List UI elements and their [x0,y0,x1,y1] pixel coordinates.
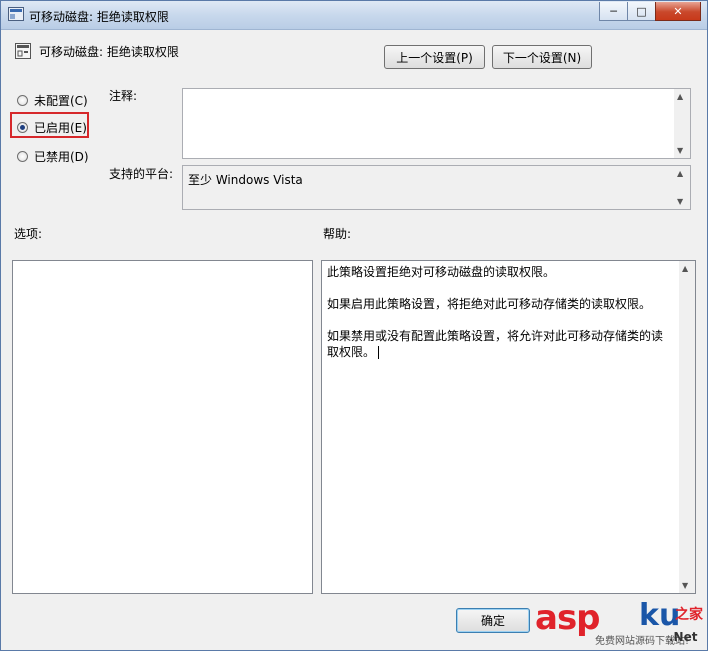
setting-title: 可移动磁盘: 拒绝读取权限 [39,45,179,59]
options-panel [12,260,313,594]
help-paragraph: 此策略设置拒绝对可移动磁盘的读取权限。 [327,265,556,279]
watermark-brand-a: asp [535,598,601,638]
radio-label: 已禁用(D) [34,150,89,164]
platform-value: 至少 Windows Vista [188,173,303,187]
title-bar[interactable]: 可移动磁盘: 拒绝读取权限 ─ □ ✕ [1,1,707,30]
policy-dialog: 可移动磁盘: 拒绝读取权限 ─ □ ✕ 可移动磁盘: 拒绝读取权限 上一个设置(… [0,0,708,651]
radio-label: 未配置(C) [34,94,88,108]
maximize-icon: □ [636,4,647,18]
scroll-up-icon[interactable]: ▲ [677,92,683,101]
watermark-net: .Net [669,630,698,644]
platform-label: 支持的平台: [109,167,174,181]
scroll-up-icon[interactable]: ▲ [677,169,683,178]
scroll-down-icon[interactable]: ▼ [677,197,683,206]
radio-not-configured[interactable]: 未配置(C) [17,92,88,109]
maximize-button[interactable]: □ [627,2,656,21]
help-paragraph: 如果启用此策略设置，将拒绝对此可移动存储类的读取权限。 [327,297,652,311]
text-caret [378,346,380,359]
comment-label: 注释: [109,89,138,103]
radio-button-icon[interactable] [17,95,28,106]
watermark-suffix: 之家 [675,607,703,623]
radio-button-icon[interactable] [17,151,28,162]
next-setting-button[interactable]: 下一个设置(N) [492,45,592,69]
ok-button[interactable]: 确定 [456,608,530,633]
minimize-button[interactable]: ─ [599,2,628,21]
scroll-down-icon[interactable]: ▼ [677,146,683,155]
radio-disabled[interactable]: 已禁用(D) [17,148,89,165]
comment-textarea[interactable]: ▲ ▼ [182,88,691,159]
policy-icon [8,7,24,21]
scroll-up-icon[interactable]: ▲ [682,264,688,273]
comment-scrollbar[interactable]: ▲ ▼ [674,89,690,158]
previous-setting-button[interactable]: 上一个设置(P) [384,45,485,69]
platform-field: 至少 Windows Vista ▲ ▼ [182,165,691,210]
minimize-icon: ─ [610,4,617,18]
platform-scrollbar[interactable]: ▲ ▼ [674,166,690,209]
help-scrollbar[interactable]: ▲ ▼ [679,261,695,593]
options-label: 选项: [14,227,43,241]
help-panel[interactable]: 此策略设置拒绝对可移动磁盘的读取权限。 如果启用此策略设置，将拒绝对此可移动存储… [321,260,696,594]
help-label: 帮助: [323,227,352,241]
watermark-logo: asp ku 之家 免费网站源码下载站! .Net [535,598,703,647]
close-icon: ✕ [673,4,683,18]
window-title: 可移动磁盘: 拒绝读取权限 [29,10,169,24]
setting-icon [15,43,31,59]
highlight-box [10,112,89,138]
help-text: 此策略设置拒绝对可移动磁盘的读取权限。 如果启用此策略设置，将拒绝对此可移动存储… [327,264,673,360]
scroll-down-icon[interactable]: ▼ [682,581,688,590]
close-button[interactable]: ✕ [655,2,701,21]
